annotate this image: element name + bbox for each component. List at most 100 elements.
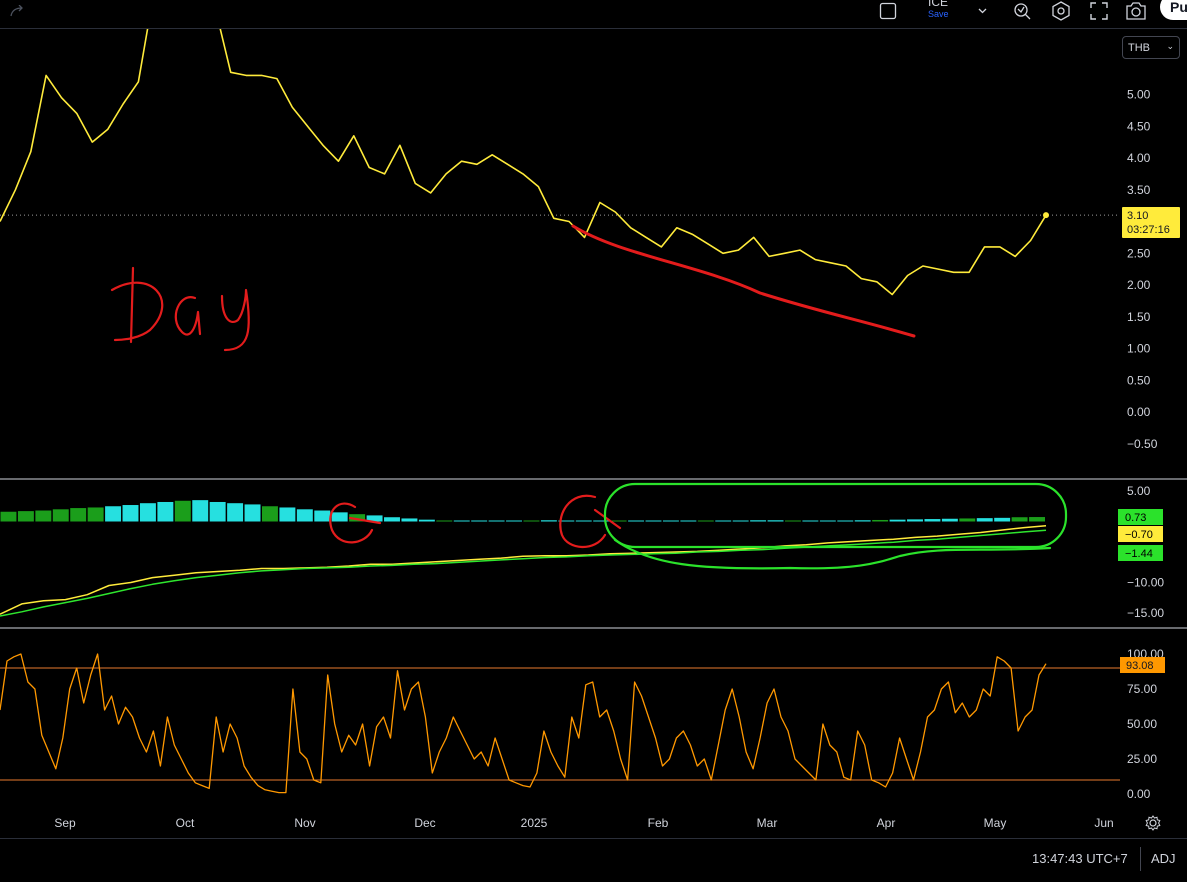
macd-histogram-bar <box>35 510 52 522</box>
time-axis-label: Dec <box>414 816 435 830</box>
price-series-line <box>0 0 1047 296</box>
adjustment-toggle[interactable]: ADJ <box>1151 851 1176 866</box>
rsi-axis-tick: 75.00 <box>1127 682 1157 696</box>
price-axis-tick: 4.50 <box>1127 119 1151 133</box>
macd-histogram-bar <box>157 501 174 522</box>
gear-icon[interactable] <box>1145 815 1161 831</box>
currency-label: THB <box>1128 41 1150 54</box>
macd-histogram-bar <box>488 520 505 522</box>
macd-line <box>0 525 1047 615</box>
macd-histogram-bar <box>523 520 540 522</box>
time-axis-label: 2025 <box>521 816 548 830</box>
macd-axis-tick: 5.00 <box>1127 484 1151 498</box>
macd-histogram-bar <box>453 520 470 522</box>
macd-histogram-bar <box>941 518 958 522</box>
macd-histogram-bar <box>907 519 923 522</box>
price-axis-tick: 1.00 <box>1127 342 1151 356</box>
rsi-line <box>0 653 1047 794</box>
macd-histogram-bar <box>715 520 732 522</box>
time-axis-label: Apr <box>877 816 896 830</box>
camera-icon[interactable] <box>1123 0 1149 22</box>
square-icon[interactable] <box>876 0 900 22</box>
macd-histogram-bar <box>436 520 453 522</box>
macd-histogram-bar <box>819 520 836 522</box>
macd-histogram-bar <box>610 520 627 522</box>
macd-histogram-bar <box>0 511 17 522</box>
hexagon-icon[interactable] <box>1049 0 1073 22</box>
time-axis-label: Nov <box>294 816 315 830</box>
rsi-axis-tick: 25.00 <box>1127 752 1157 766</box>
publish-button[interactable]: Pu <box>1160 0 1187 20</box>
macd-histogram-bar <box>540 520 557 522</box>
macd-histogram-bar <box>17 511 34 522</box>
macd-histogram-bar <box>645 520 662 522</box>
macd-histogram-bar <box>872 519 889 522</box>
macd-histogram-bar <box>785 520 801 522</box>
annotation-green-swoosh <box>613 538 1052 570</box>
symbol-name[interactable]: ICE <box>928 0 948 9</box>
macd-axis-tick: −10.00 <box>1127 576 1164 590</box>
macd-histogram-bar <box>1011 517 1028 522</box>
macd-histogram-bar <box>697 520 714 522</box>
macd-histogram-bar <box>418 519 435 522</box>
fullscreen-icon[interactable] <box>1087 0 1111 22</box>
macd-histogram-bar <box>227 503 244 522</box>
redo-icon[interactable] <box>6 0 28 22</box>
macd-histogram-bar <box>593 520 610 522</box>
macd-histogram-bar <box>192 500 209 522</box>
chart-canvas: 5.004.504.003.503.002.502.001.501.000.50… <box>0 0 1187 830</box>
macd-histogram-bar <box>262 506 278 522</box>
time-axis-label: May <box>984 816 1007 830</box>
macd-axis-tick: −15.00 <box>1127 606 1164 620</box>
annotation-downtrend-curve <box>571 224 916 338</box>
macd-histogram-bar <box>331 512 348 522</box>
replay-icon[interactable] <box>1011 0 1033 22</box>
macd-histogram-bar <box>471 520 488 522</box>
macd-histogram-bar <box>924 519 941 522</box>
time-axis-label: Jun <box>1094 816 1113 830</box>
divider <box>1140 847 1141 871</box>
annotation-circle-small <box>329 502 382 544</box>
macd-histogram-bar <box>70 508 87 522</box>
macd-histogram-bar <box>105 506 122 522</box>
price-axis-tick: −0.50 <box>1127 437 1158 451</box>
macd-histogram-bar <box>52 509 69 522</box>
bar-countdown: 03:27:16 <box>1127 224 1170 236</box>
macd-histogram-bar <box>680 520 697 522</box>
macd-histogram-bar <box>506 520 522 522</box>
chevron-down-icon[interactable] <box>975 0 989 22</box>
last-price-value: 3.10 <box>1127 210 1148 222</box>
price-axis-tick: 0.50 <box>1127 373 1151 387</box>
annotation-letter-D <box>110 266 164 344</box>
price-axis-tick: 2.00 <box>1127 278 1151 292</box>
currency-selector[interactable]: THB ⌄ <box>1122 36 1180 59</box>
macd-histogram-bar <box>837 520 854 522</box>
save-label[interactable]: Save <box>928 9 949 19</box>
macd-histogram-bar <box>209 501 226 522</box>
macd-histogram-bar <box>854 520 871 522</box>
macd-histogram-bar <box>802 520 819 522</box>
macd-histogram-bar <box>732 520 749 522</box>
time-axis-label: Feb <box>648 816 669 830</box>
last-price-dot <box>1043 212 1049 219</box>
macd-signal-value: −1.44 <box>1125 548 1153 560</box>
price-axis-tick: 4.00 <box>1127 151 1151 165</box>
macd-histogram-bar <box>976 518 993 522</box>
macd-histogram-bar <box>279 507 296 522</box>
macd-histogram-bar <box>628 520 645 522</box>
macd-line-value: −0.70 <box>1125 529 1153 541</box>
macd-histogram-bar <box>139 503 156 522</box>
price-axis-tick: 3.50 <box>1127 183 1151 197</box>
macd-histogram-bar <box>401 518 418 522</box>
time-axis-label: Mar <box>757 816 778 830</box>
macd-histogram-bar <box>889 519 906 522</box>
bottom-bar: 13:47:43 UTC+7 ADJ <box>0 838 1187 882</box>
clock-readout[interactable]: 13:47:43 UTC+7 <box>1032 851 1128 866</box>
macd-histogram-bar <box>662 520 679 522</box>
macd-histogram-bar <box>767 520 784 522</box>
price-axis-tick: 5.00 <box>1127 88 1151 102</box>
macd-histogram-bar <box>174 500 191 522</box>
rsi-axis-tick: 0.00 <box>1127 787 1151 801</box>
time-axis-label: Oct <box>176 816 195 830</box>
macd-histogram-bar <box>122 505 139 522</box>
